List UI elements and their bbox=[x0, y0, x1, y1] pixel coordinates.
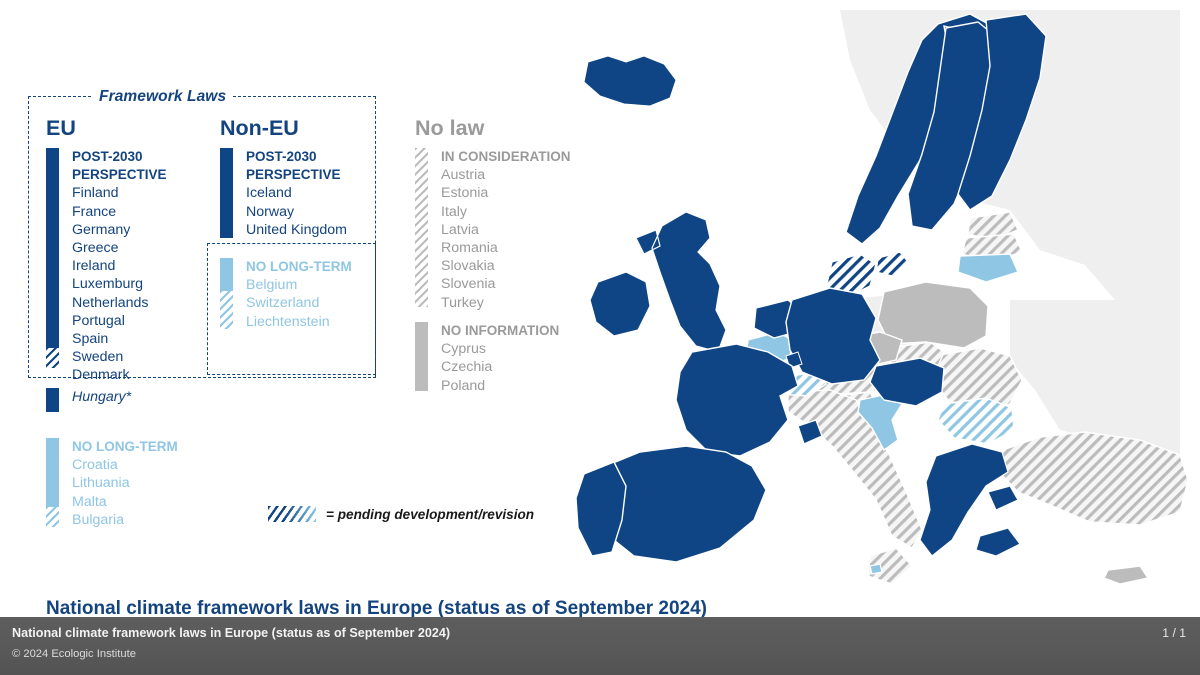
slide-canvas: Framework Laws EU Non-EU No law POST-203… bbox=[0, 0, 1200, 675]
swatch-no-long-term-eu bbox=[46, 438, 59, 529]
map-country-ireland[interactable] bbox=[589, 271, 651, 337]
legend-country-austria: Austria bbox=[441, 167, 486, 184]
legend-country-finland: Finland bbox=[72, 185, 119, 202]
legend-country-czechia: Czechia bbox=[441, 359, 493, 376]
legend-country-poland: Poland bbox=[441, 377, 486, 394]
legend-country-romania: Romania bbox=[441, 240, 498, 257]
legend-country-cyprus: Cyprus bbox=[441, 341, 486, 358]
legend-country-switzerland: Switzerland bbox=[246, 295, 320, 312]
legend-country-united-kingdom: United Kingdom bbox=[246, 221, 347, 238]
legend-group-eu-no-long-term[interactable]: NO LONG-TERM Croatia Lithuania Malta Bul… bbox=[46, 438, 178, 529]
legend-country-malta: Malta bbox=[72, 493, 107, 510]
map-country-greece[interactable] bbox=[919, 443, 1021, 557]
page-indicator[interactable]: 1 / 1 bbox=[1162, 626, 1186, 640]
swatch-post-2030-eu bbox=[46, 148, 59, 385]
legend-country-estonia: Estonia bbox=[441, 185, 489, 202]
legend-country-greece: Greece bbox=[72, 240, 119, 257]
legend-country-sweden: Sweden bbox=[72, 349, 124, 366]
map-country-malta[interactable] bbox=[869, 563, 883, 575]
status-bar: National climate framework laws in Europ… bbox=[0, 617, 1200, 675]
legend-country-germany: Germany bbox=[72, 221, 131, 238]
legend-group-in-consideration[interactable]: IN CONSIDERATION Austria Estonia Italy L… bbox=[415, 148, 571, 312]
legend-country-croatia: Croatia bbox=[72, 457, 118, 474]
legend-category-eu-no-long-term: NO LONG-TERM bbox=[72, 439, 178, 454]
legend-country-bulgaria: Bulgaria bbox=[72, 511, 125, 528]
column-heading-no-law: No law bbox=[415, 116, 485, 140]
legend-country-ireland: Ireland bbox=[72, 258, 116, 275]
legend-group-non-eu-post-2030[interactable]: POST-2030 PERSPECTIVE Iceland Norway Uni… bbox=[220, 148, 347, 239]
column-heading-non-eu: Non-EU bbox=[220, 116, 299, 140]
legend-category-in-consideration: IN CONSIDERATION bbox=[441, 149, 571, 164]
legend-country-turkey: Turkey bbox=[441, 294, 484, 311]
status-bar-title: National climate framework laws in Europ… bbox=[12, 626, 451, 640]
legend-country-spain: Spain bbox=[72, 331, 109, 348]
legend-group-no-information[interactable]: NO INFORMATION Cyprus Czechia Poland bbox=[415, 322, 559, 395]
hatch-pattern-swatch bbox=[268, 506, 316, 522]
status-bar-copyright: © 2024 Ecologic Institute bbox=[12, 648, 136, 660]
swatch-in-consideration bbox=[415, 148, 428, 312]
legend-country-denmark: Denmark bbox=[72, 367, 130, 384]
map-group-post-2030[interactable] bbox=[575, 13, 1047, 563]
legend-country-france: France bbox=[72, 203, 117, 220]
legend-category-label-3: POST-2030 bbox=[246, 149, 317, 164]
legend-country-italy: Italy bbox=[441, 203, 468, 220]
legend-country-belgium: Belgium bbox=[246, 277, 298, 294]
legend-country-lithuania: Lithuania bbox=[72, 475, 130, 492]
pending-development-key: = pending development/revision bbox=[268, 506, 534, 522]
swatch-no-long-term-non-eu bbox=[220, 258, 233, 331]
legend-country-netherlands: Netherlands bbox=[72, 294, 149, 311]
legend-country-luxemburg: Luxemburg bbox=[72, 276, 143, 293]
swatch-no-information bbox=[415, 322, 428, 395]
legend-category-non-eu-no-long-term: NO LONG-TERM bbox=[246, 259, 352, 274]
legend: Framework Laws EU Non-EU No law POST-203… bbox=[0, 0, 571, 620]
legend-country-liechtenstein: Liechtenstein bbox=[246, 313, 330, 330]
legend-country-slovenia: Slovenia bbox=[441, 276, 496, 293]
map-country-iceland[interactable] bbox=[583, 55, 677, 107]
swatch-post-2030-non-eu bbox=[220, 148, 233, 239]
column-heading-eu: EU bbox=[46, 116, 76, 140]
pending-key-label: = pending development/revision bbox=[326, 506, 535, 522]
swatch-hungary bbox=[46, 388, 59, 412]
legend-group-eu-post-2030[interactable]: POST-2030 PERSPECTIVE Finland France Ger… bbox=[46, 148, 167, 385]
map-country-italy[interactable] bbox=[787, 389, 923, 585]
legend-group-non-eu-no-long-term[interactable]: NO LONG-TERM Belgium Switzerland Liechte… bbox=[220, 258, 352, 331]
legend-country-latvia: Latvia bbox=[441, 221, 479, 238]
map-country-cyprus[interactable] bbox=[1103, 565, 1150, 585]
legend-category-label: POST-2030 bbox=[72, 149, 143, 164]
europe-map[interactable] bbox=[540, 0, 1200, 620]
map-country-germany[interactable] bbox=[785, 287, 881, 385]
framework-laws-title: Framework Laws bbox=[92, 88, 234, 106]
legend-country-norway: Norway bbox=[246, 203, 295, 220]
map-country-lithuania[interactable] bbox=[957, 253, 1019, 283]
legend-category-no-information: NO INFORMATION bbox=[441, 323, 560, 338]
legend-category-label-2: PERSPECTIVE bbox=[72, 167, 167, 183]
legend-country-portugal: Portugal bbox=[72, 312, 125, 329]
legend-category-label-4: PERSPECTIVE bbox=[246, 167, 341, 183]
map-country-bulgaria[interactable] bbox=[937, 397, 1015, 445]
legend-country-slovakia: Slovakia bbox=[441, 258, 495, 275]
legend-country-iceland: Iceland bbox=[246, 185, 292, 202]
legend-country-hungary: Hungary* bbox=[72, 389, 132, 405]
legend-group-eu-hungary[interactable]: Hungary* bbox=[46, 388, 131, 412]
